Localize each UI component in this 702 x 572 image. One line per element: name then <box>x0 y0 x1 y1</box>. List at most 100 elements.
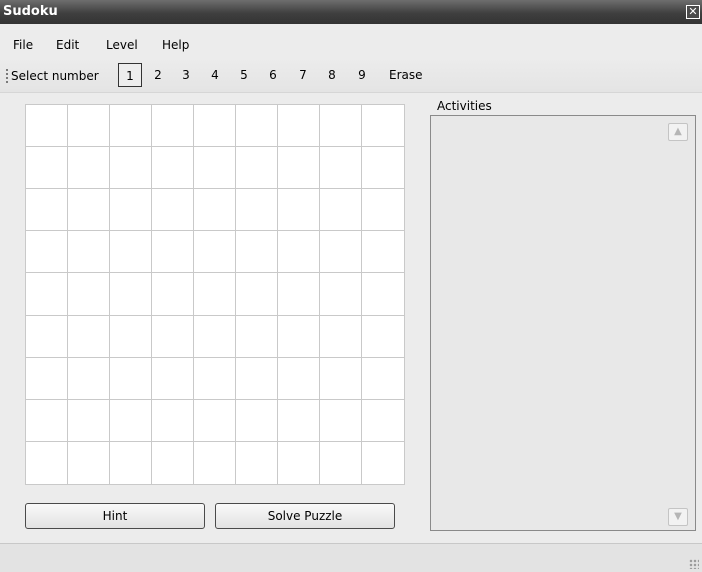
grid-cell[interactable] <box>110 231 152 274</box>
grid-cell[interactable] <box>68 105 110 148</box>
grid-cell[interactable] <box>236 189 278 232</box>
grid-cell[interactable] <box>362 231 404 274</box>
grid-cell[interactable] <box>152 399 194 442</box>
number-button-2[interactable]: 2 <box>146 63 170 87</box>
grid-cell[interactable] <box>26 147 68 190</box>
grid-cell[interactable] <box>68 315 110 358</box>
grid-cell[interactable] <box>194 315 236 358</box>
grid-cell[interactable] <box>362 189 404 232</box>
number-button-3[interactable]: 3 <box>174 63 198 87</box>
solve-puzzle-button[interactable]: Solve Puzzle <box>215 503 395 529</box>
grid-cell[interactable] <box>68 399 110 442</box>
number-button-9[interactable]: 9 <box>350 63 374 87</box>
grid-cell[interactable] <box>320 105 362 148</box>
grid-cell[interactable] <box>68 357 110 400</box>
grid-cell[interactable] <box>278 357 320 400</box>
grid-cell[interactable] <box>152 441 194 484</box>
grid-cell[interactable] <box>320 357 362 400</box>
grid-cell[interactable] <box>110 189 152 232</box>
grid-cell[interactable] <box>320 147 362 190</box>
grid-cell[interactable] <box>152 189 194 232</box>
grid-cell[interactable] <box>278 273 320 316</box>
grid-cell[interactable] <box>26 105 68 148</box>
grid-cell[interactable] <box>320 399 362 442</box>
grid-cell[interactable] <box>278 147 320 190</box>
grid-cell[interactable] <box>152 147 194 190</box>
number-button-7[interactable]: 7 <box>291 63 315 87</box>
grid-cell[interactable] <box>26 189 68 232</box>
grid-cell[interactable] <box>194 441 236 484</box>
grid-cell[interactable] <box>194 357 236 400</box>
grid-cell[interactable] <box>152 273 194 316</box>
menu-edit[interactable]: Edit <box>56 38 79 52</box>
grid-cell[interactable] <box>68 189 110 232</box>
grid-cell[interactable] <box>26 441 68 484</box>
grid-cell[interactable] <box>194 273 236 316</box>
grid-cell[interactable] <box>26 315 68 358</box>
grid-cell[interactable] <box>26 399 68 442</box>
grid-cell[interactable] <box>320 441 362 484</box>
grid-cell[interactable] <box>278 399 320 442</box>
grid-cell[interactable] <box>26 231 68 274</box>
grid-cell[interactable] <box>362 399 404 442</box>
resize-grip-icon[interactable] <box>689 559 699 569</box>
close-icon[interactable]: ✕ <box>686 5 700 19</box>
grid-cell[interactable] <box>236 441 278 484</box>
grid-cell[interactable] <box>152 231 194 274</box>
number-button-5[interactable]: 5 <box>232 63 256 87</box>
grid-cell[interactable] <box>236 357 278 400</box>
number-button-6[interactable]: 6 <box>261 63 285 87</box>
grid-cell[interactable] <box>278 315 320 358</box>
grid-cell[interactable] <box>236 105 278 148</box>
grid-cell[interactable] <box>362 105 404 148</box>
hint-button[interactable]: Hint <box>25 503 205 529</box>
grid-cell[interactable] <box>362 315 404 358</box>
number-button-8[interactable]: 8 <box>320 63 344 87</box>
grid-cell[interactable] <box>236 147 278 190</box>
grid-cell[interactable] <box>110 147 152 190</box>
grid-cell[interactable] <box>152 357 194 400</box>
grid-cell[interactable] <box>152 105 194 148</box>
menu-level[interactable]: Level <box>106 38 138 52</box>
grid-cell[interactable] <box>236 231 278 274</box>
grid-cell[interactable] <box>194 399 236 442</box>
scroll-down-icon[interactable]: ▼ <box>668 508 688 526</box>
grid-cell[interactable] <box>26 273 68 316</box>
grid-cell[interactable] <box>194 147 236 190</box>
grid-cell[interactable] <box>362 357 404 400</box>
toolbar-grip-icon[interactable] <box>6 69 8 85</box>
grid-cell[interactable] <box>236 315 278 358</box>
grid-cell[interactable] <box>320 189 362 232</box>
grid-cell[interactable] <box>362 147 404 190</box>
grid-cell[interactable] <box>68 273 110 316</box>
grid-cell[interactable] <box>110 105 152 148</box>
activities-list[interactable] <box>430 115 696 531</box>
grid-cell[interactable] <box>194 189 236 232</box>
grid-cell[interactable] <box>26 357 68 400</box>
grid-cell[interactable] <box>320 273 362 316</box>
menu-help[interactable]: Help <box>162 38 189 52</box>
menu-file[interactable]: File <box>13 38 33 52</box>
grid-cell[interactable] <box>362 441 404 484</box>
grid-cell[interactable] <box>362 273 404 316</box>
grid-cell[interactable] <box>236 273 278 316</box>
grid-cell[interactable] <box>278 189 320 232</box>
grid-cell[interactable] <box>152 315 194 358</box>
grid-cell[interactable] <box>110 315 152 358</box>
grid-cell[interactable] <box>68 441 110 484</box>
grid-cell[interactable] <box>236 399 278 442</box>
grid-cell[interactable] <box>278 231 320 274</box>
grid-cell[interactable] <box>194 231 236 274</box>
grid-cell[interactable] <box>110 273 152 316</box>
grid-cell[interactable] <box>278 105 320 148</box>
number-button-4[interactable]: 4 <box>203 63 227 87</box>
number-button-1[interactable]: 1 <box>118 63 142 87</box>
grid-cell[interactable] <box>68 147 110 190</box>
grid-cell[interactable] <box>320 315 362 358</box>
grid-cell[interactable] <box>110 357 152 400</box>
grid-cell[interactable] <box>194 105 236 148</box>
grid-cell[interactable] <box>110 399 152 442</box>
grid-cell[interactable] <box>320 231 362 274</box>
grid-cell[interactable] <box>68 231 110 274</box>
grid-cell[interactable] <box>110 441 152 484</box>
